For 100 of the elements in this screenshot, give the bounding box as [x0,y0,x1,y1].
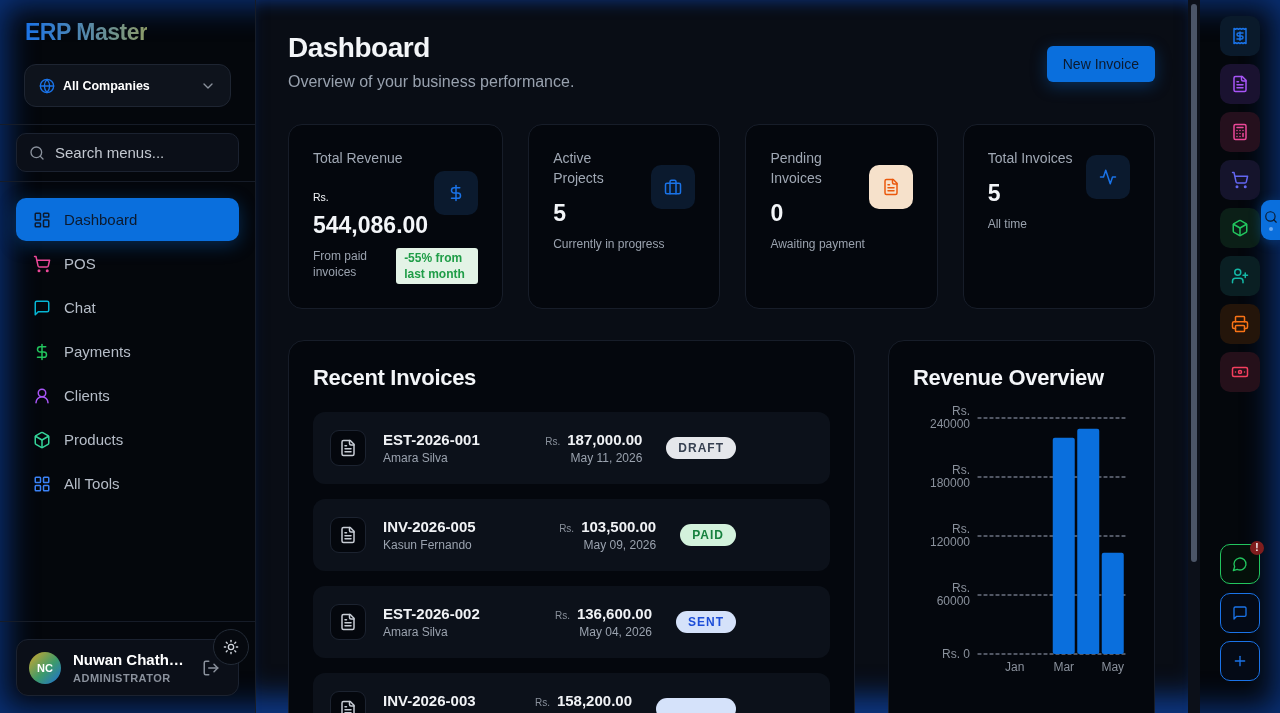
nav-item[interactable]: POS [16,242,239,285]
box-icon[interactable] [1220,208,1260,248]
nav-item[interactable]: Dashboard [16,198,239,241]
globe-icon [39,77,55,94]
cart-icon [33,254,51,273]
user-name: Nuwan Chath… [73,650,185,669]
stat-title: Pending Invoices [770,149,823,188]
nav-item[interactable]: Chat [16,286,239,329]
nav-item[interactable]: Payments [16,330,239,373]
invoice-row[interactable]: INV-2026-005 Kasun Fernando Rs. 103,500.00 May 09, 2026 PAID [313,499,830,571]
x-axis-label: May [1101,660,1125,674]
invoice-row[interactable]: INV-2026-003 Rs. 158,200.00 [313,673,830,713]
client-name: Amara Silva [383,449,449,466]
status-badge: PAID [680,524,736,546]
stat-value: 544,086.00 [313,212,429,238]
dollar-icon [434,171,479,215]
chat-bubble-icon[interactable] [1220,592,1260,633]
dot-icon [1268,226,1273,231]
calculator-icon[interactable] [1220,112,1260,152]
stat-title: Total Revenue [313,149,404,168]
stat-title: Active Projects [553,149,605,188]
cart-icon[interactable] [1220,160,1260,200]
invoice-date: May 04, 2026 [579,624,652,640]
logout-icon[interactable] [202,658,220,677]
add-user-icon[interactable] [1220,256,1260,296]
theme-toggle-button[interactable] [213,629,249,665]
scrollbar-track[interactable] [1188,0,1200,713]
layout-icon [33,210,51,229]
stat-note: Awaiting payment [770,236,866,252]
banknote-icon[interactable] [1220,352,1260,392]
stat-title: Total Invoices [987,149,1074,168]
invoice-date: May 09, 2026 [583,537,657,553]
user-role: ADMINISTRATOR [73,670,172,685]
box-icon [33,430,51,449]
client-name: Amara Silva [383,623,449,640]
scrollbar-thumb[interactable] [1191,4,1197,562]
invoice-row[interactable]: EST-2026-001 Amara Silva Rs. 187,000.00 May 11, 2026 DRAFT [313,412,830,484]
user-icon [33,386,51,405]
pulse-icon [1086,155,1130,199]
document-icon[interactable] [1220,64,1260,104]
briefcase-icon [651,165,696,209]
currency-label: Rs. [313,191,329,203]
invoice-number: EST-2026-001 [383,430,481,449]
y-axis-label: Rs. 0 [941,647,970,661]
invoice-amount: 187,000.00 [567,430,643,449]
panel-title: Recent Invoices [313,365,477,391]
page-title: Dashboard [288,31,431,65]
x-axis-label: Mar [1053,660,1075,674]
client-name: Kasun Fernando [383,536,473,553]
y-axis-label: Rs. 240000 [928,405,970,431]
invoice-amount: 158,200.00 [556,691,632,710]
nav-item[interactable]: Products [16,418,239,461]
stat-value: 5 [987,180,1001,206]
search-icon [29,144,45,161]
sun-icon [223,639,239,655]
receipt-icon[interactable] [1220,16,1260,56]
invoice-number: EST-2026-002 [383,604,481,623]
chat-bubble-icon[interactable] [1220,544,1260,584]
stat-note: All time [987,216,1029,232]
currency-label: Rs. [559,522,575,534]
grid-icon [33,474,51,493]
currency-label: Rs. [545,435,561,447]
chat-bubble-icon [33,298,51,317]
document-icon [868,165,913,209]
x-axis-label: Jan [1005,660,1025,674]
currency-label: Rs. [554,609,570,621]
invoice-row[interactable]: EST-2026-002 Amara Silva Rs. 136,600.00 May 04, 2026 SENT [313,586,830,658]
stat-note: From paid invoices [313,248,369,280]
invoice-amount: 103,500.00 [581,517,657,536]
trend-badge: -55% from last month [396,248,479,284]
invoice-amount: 136,600.00 [576,604,652,623]
search-tab[interactable] [1261,200,1280,240]
invoice-number: INV-2026-005 [383,517,477,536]
invoice-date: May 11, 2026 [570,450,643,466]
document-icon [330,517,366,553]
status-badge: SENT [676,611,736,633]
status-badge: DRAFT [666,437,736,459]
search-icon [1263,209,1278,224]
printer-icon[interactable] [1220,304,1260,344]
avatar: NC [29,651,61,684]
search-field[interactable]: Search menus... [16,133,239,172]
alert-badge: ! [1250,541,1264,555]
document-icon [330,604,366,640]
currency-label: Rs. [534,696,550,708]
invoice-number: INV-2026-003 [383,691,477,710]
panel-title: Revenue Overview [913,365,1105,391]
nav-item[interactable]: All Tools [16,462,239,505]
stat-value: 5 [553,200,566,226]
document-icon [330,430,366,466]
y-axis-label: Rs. 120000 [928,523,970,549]
company-select[interactable]: All Companies [24,64,231,107]
page-subtitle: Overview of your business performance. [288,73,575,91]
nav-item[interactable]: Clients [16,374,239,417]
stat-note: Currently in progress [553,236,666,252]
plus-icon[interactable] [1220,641,1260,681]
y-axis-label: Rs. 180000 [928,464,970,490]
search-input[interactable]: Search menus... [55,142,226,163]
new-invoice-button[interactable]: New Invoice [1046,46,1155,82]
stat-value: 0 [770,200,784,226]
y-axis-label: Rs. 60000 [935,582,970,608]
